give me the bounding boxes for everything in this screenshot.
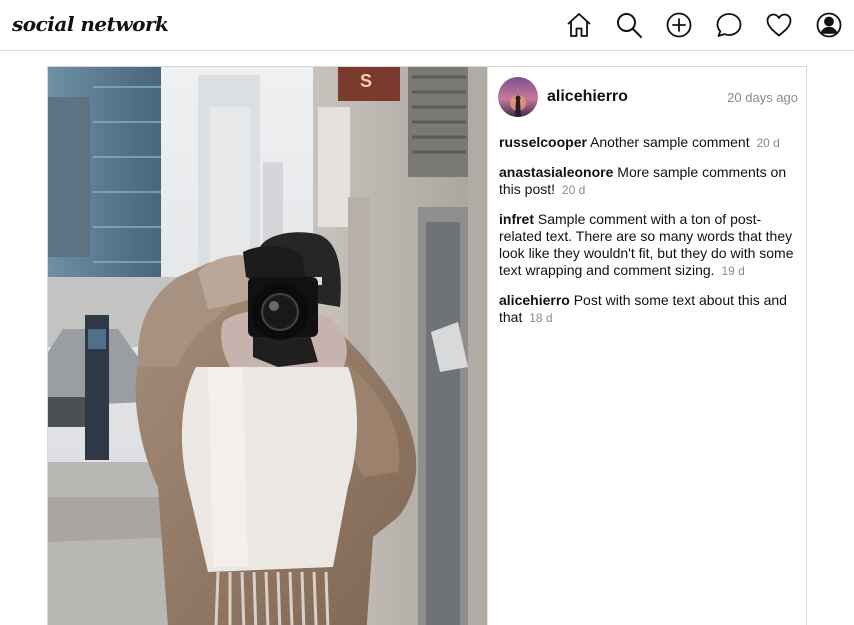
home-icon[interactable] bbox=[565, 11, 593, 39]
likes-heart-icon[interactable] bbox=[765, 11, 793, 39]
comment-timestamp: 18 d bbox=[529, 311, 553, 325]
comment-item: alicehierro Post with some text about th… bbox=[499, 292, 799, 327]
comment-timestamp: 19 d bbox=[721, 264, 745, 278]
post-photo[interactable]: S bbox=[48, 67, 487, 625]
svg-text:S: S bbox=[360, 71, 372, 91]
comment-text: Sample comment with a ton of post-relate… bbox=[499, 211, 794, 278]
comment-timestamp: 20 d bbox=[756, 136, 780, 150]
comment-list: russelcooper Another sample comment 20 d… bbox=[499, 134, 799, 339]
comment-username[interactable]: infret bbox=[499, 211, 534, 227]
author-username[interactable]: alicehierro bbox=[547, 88, 628, 106]
top-navigation-bar: social network bbox=[0, 0, 854, 51]
app-logo[interactable]: social network bbox=[12, 12, 169, 36]
post-timestamp: 20 days ago bbox=[727, 90, 798, 105]
profile-icon[interactable] bbox=[815, 11, 843, 39]
post-sidebar: alicehierro 20 days ago russelcooper Ano… bbox=[487, 67, 806, 625]
comment-username[interactable]: alicehierro bbox=[499, 292, 570, 308]
comment-timestamp: 20 d bbox=[561, 183, 586, 197]
comment-item: russelcooper Another sample comment 20 d bbox=[499, 134, 799, 152]
comment-item: anastasialeonore More sample comments on… bbox=[499, 164, 799, 199]
comment-username[interactable]: anastasialeonore bbox=[499, 164, 613, 180]
add-post-icon[interactable] bbox=[665, 11, 693, 39]
search-icon[interactable] bbox=[615, 11, 643, 39]
comment-item: infret Sample comment with a ton of post… bbox=[499, 211, 799, 280]
comment-username[interactable]: russelcooper bbox=[499, 134, 587, 150]
author-avatar[interactable] bbox=[498, 77, 538, 117]
post-card: S alicehierro 20 days ago russelcooper A… bbox=[47, 66, 807, 625]
post-author-header: alicehierro 20 days ago bbox=[498, 77, 798, 117]
comment-text: Another sample comment bbox=[590, 134, 750, 150]
messages-icon[interactable] bbox=[715, 11, 743, 39]
